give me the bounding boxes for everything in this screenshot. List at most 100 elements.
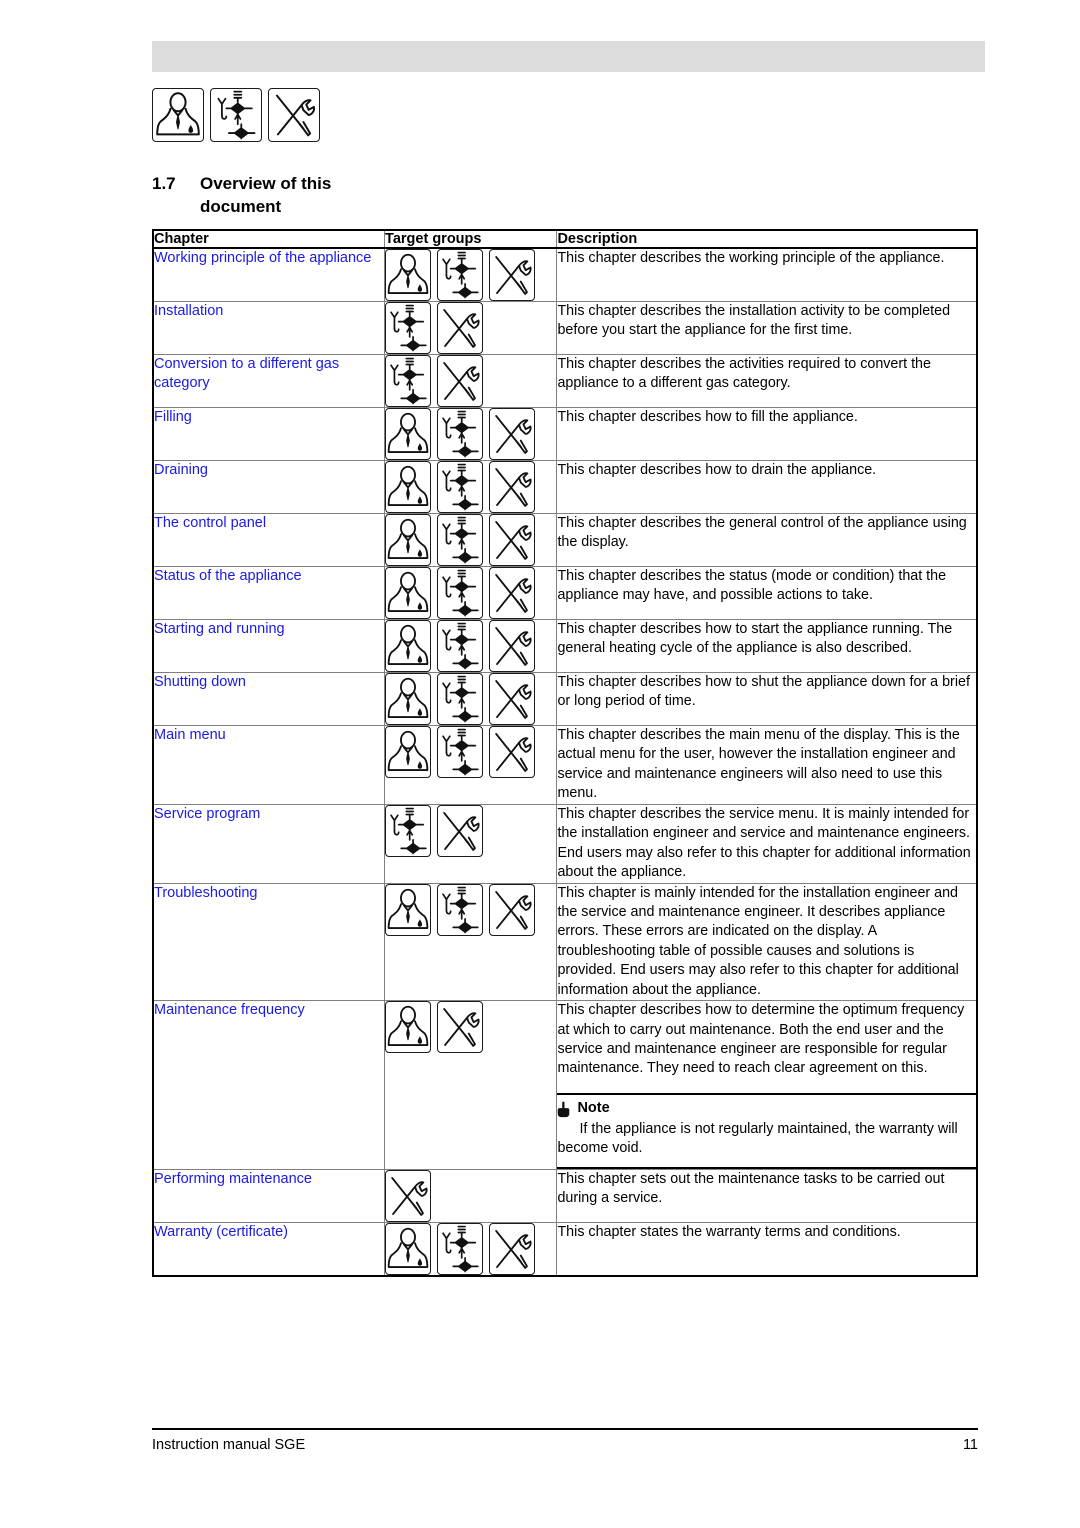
description-text: This chapter describes the main menu of … [557,727,960,802]
user-bust-icon [385,408,432,460]
description-text: This chapter describes the installation … [557,303,951,339]
user-bust-icon [385,620,432,672]
description-cell: This chapter describes how to start the … [556,619,978,673]
target-groups-cell [384,619,558,673]
chapter-link[interactable]: Draining [152,460,386,514]
page-title: 1.7 Overview of this document [152,173,412,218]
target-groups-cell [384,513,558,567]
gas-valve-icon [437,514,484,566]
table-row: Main menu This chapter describes the mai… [152,725,978,805]
table-row: Service program This chapter describes t… [152,803,978,884]
target-groups-cell [384,803,558,884]
crossed-tools-icon [268,88,320,142]
crossed-tools-icon [489,461,536,513]
user-bust-icon [385,1001,432,1054]
description-cell: This chapter describes the status (mode … [556,566,978,620]
target-group-icon-set [385,1169,556,1222]
description-text: This chapter describes how to start the … [557,621,953,657]
chapter-link[interactable]: Service program [152,803,386,884]
description-text: This chapter describes how to shut the a… [557,674,970,710]
footer-document-name: Instruction manual SGE [152,1437,306,1453]
chapter-link[interactable]: Main menu [152,725,386,805]
target-group-icon-set [385,514,556,566]
column-header-description: Description [556,229,978,249]
chapter-link[interactable]: Performing maintenance [152,1168,386,1223]
user-bust-icon [385,461,432,513]
section-number: 1.7 [152,174,176,193]
target-group-icon-set [385,1001,556,1054]
table-row: Warranty (certificate) This chapter stat… [152,1221,978,1276]
chapter-link[interactable]: Filling [152,407,386,461]
target-group-icon-set [385,673,556,725]
description-cell: This chapter describes how to determine … [556,1000,978,1170]
description-text: This chapter describes the status (mode … [557,568,947,604]
crossed-tools-icon [489,408,536,460]
chapter-link[interactable]: Shutting down [152,672,386,726]
description-text: This chapter states the warranty terms a… [557,1223,901,1240]
crossed-tools-icon [489,514,536,566]
gas-valve-icon [437,883,484,936]
target-group-icon-set [385,1222,556,1275]
crossed-tools-icon [489,726,536,778]
chapter-link[interactable]: Conversion to a different gas category [152,354,386,408]
user-bust-icon [385,567,432,619]
target-group-icon-set [385,883,556,936]
description-cell: This chapter describes how to shut the a… [556,672,978,726]
user-bust-icon [385,883,432,936]
table-row: Maintenance frequency This chapter descr… [152,1000,978,1170]
chapter-link[interactable]: Installation [152,301,386,355]
table-row: Performing maintenance This chapter sets… [152,1168,978,1223]
section-title-line1: Overview of this [200,174,332,193]
description-cell: This chapter describes the general contr… [556,513,978,567]
crossed-tools-icon [437,1001,484,1054]
description-cell: This chapter describes how to drain the … [556,460,978,514]
user-bust-icon [385,1222,432,1275]
user-bust-icon [152,88,204,142]
table-row: Conversion to a different gas category T… [152,354,978,408]
crossed-tools-icon [385,1169,432,1222]
table-row: Filling This chapter describes how to fi… [152,407,978,461]
description-text: This chapter describes the activities re… [557,356,931,392]
description-text: This chapter describes the working princ… [557,250,945,266]
gas-valve-icon [437,726,484,778]
description-cell: This chapter describes the service menu.… [556,803,978,884]
target-group-icon-set [385,726,556,778]
table-row: Draining This chapter describes how to d… [152,460,978,514]
crossed-tools-icon [489,249,536,301]
chapter-link[interactable]: Starting and running [152,619,386,673]
target-group-icon-set [385,355,556,407]
description-text: This chapter describes how to drain the … [557,462,877,478]
table-body: Working principle of the appliance This … [152,247,978,1276]
description-text: This chapter describes the service menu.… [557,805,971,881]
overview-table-wrap: Chapter Target groups Description Workin… [152,229,978,1277]
chapter-link[interactable]: Warranty (certificate) [152,1221,386,1276]
page-header-band [152,41,985,72]
table-row: Shutting down This chapter describes how… [152,672,978,726]
chapter-link[interactable]: Status of the appliance [152,566,386,620]
user-bust-icon [385,249,432,301]
chapter-link[interactable]: The control panel [152,513,386,567]
description-text: This chapter describes the general contr… [557,515,967,551]
target-group-icon-set [385,408,556,460]
gas-valve-icon [437,249,484,301]
crossed-tools-icon [489,673,536,725]
crossed-tools-icon [489,567,536,619]
description-text: This chapter describes how to fill the a… [557,409,858,425]
description-text: This chapter sets out the maintenance ta… [557,1170,945,1207]
chapter-link[interactable]: Maintenance frequency [152,1000,386,1170]
chapter-link[interactable]: Working principle of the appliance [152,247,386,302]
description-cell: This chapter describes the working princ… [556,247,978,302]
user-bust-icon [385,514,432,566]
pointing-hand-icon [557,1101,570,1119]
gas-valve-icon [210,88,262,142]
gas-valve-icon [385,355,432,407]
target-groups-cell [384,672,558,726]
description-text: This chapter describes how to determine … [557,1002,965,1077]
crossed-tools-icon [437,355,484,407]
target-groups-cell [384,407,558,461]
footer-divider [152,1428,978,1430]
user-bust-icon [385,673,432,725]
crossed-tools-icon [489,883,536,936]
target-group-icon-set [385,620,556,672]
chapter-link[interactable]: Troubleshooting [152,882,386,1002]
